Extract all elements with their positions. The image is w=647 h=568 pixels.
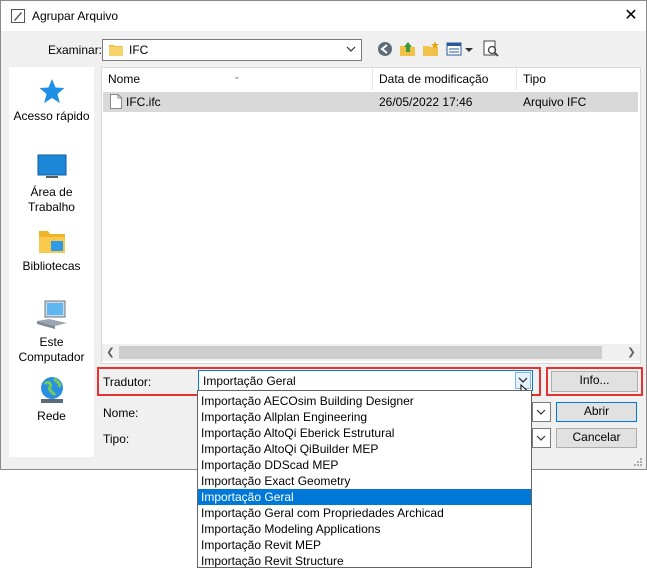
new-folder-icon[interactable] (422, 40, 440, 58)
up-folder-icon[interactable] (399, 40, 417, 58)
place-label: Este (39, 335, 64, 349)
column-header-name[interactable]: ⌄ Nome (102, 68, 373, 90)
back-icon[interactable] (376, 40, 394, 58)
filetype-combobox[interactable] (532, 428, 551, 448)
window-title: Agrupar Arquivo (32, 9, 119, 23)
dropdown-option[interactable]: Importação AltoQi Eberick Estrutural (198, 425, 531, 441)
filename-label: Nome: (103, 406, 139, 420)
place-label: Acesso rápido (13, 109, 90, 123)
tradutor-label: Tradutor: (103, 375, 152, 389)
view-menu-icon[interactable] (446, 40, 474, 58)
filetype-label: Tipo: (103, 432, 130, 446)
dropdown-option[interactable]: Importação Allplan Engineering (198, 409, 531, 425)
scrollbar-thumb[interactable] (119, 346, 602, 359)
file-list[interactable]: ⌄ Nome Data de modificação Tipo IFC.ifc … (101, 67, 641, 364)
horizontal-scrollbar[interactable]: ❮ ❯ (102, 344, 640, 361)
column-header-label: Nome (108, 72, 141, 86)
desktop-icon (37, 154, 66, 178)
preview-icon[interactable] (482, 40, 500, 58)
chevron-down-icon (536, 409, 546, 415)
file-name: IFC.ifc (126, 95, 161, 109)
place-label-line2: Computador (18, 350, 85, 364)
place-quick-access[interactable]: Acesso rápido (9, 77, 94, 124)
dropdown-option[interactable]: Importação Geral com Propriedades Archic… (198, 505, 531, 521)
dropdown-option[interactable]: Importação Modeling Applications (198, 521, 531, 537)
sort-indicator-icon: ⌄ (233, 71, 241, 81)
chevron-down-icon (536, 435, 546, 441)
info-button[interactable]: Info... (551, 371, 638, 392)
file-type: Arquivo IFC (523, 95, 587, 109)
scroll-left-icon[interactable]: ❮ (103, 345, 118, 360)
dropdown-option[interactable]: Importação Revit MEP (198, 537, 531, 553)
dropdown-option[interactable]: Importação AltoQi QiBuilder MEP (198, 441, 531, 457)
place-libraries[interactable]: Bibliotecas (9, 227, 94, 274)
tradutor-dropdown-list[interactable]: Importação AECOsim Building Designer Imp… (197, 390, 532, 568)
scroll-right-icon[interactable]: ❯ (624, 345, 639, 360)
column-header-label: Tipo (523, 72, 546, 86)
libraries-icon (38, 231, 65, 253)
file-date: 26/05/2022 17:46 (379, 95, 473, 109)
file-row[interactable]: IFC.ifc 26/05/2022 17:46 Arquivo IFC (103, 92, 638, 112)
column-header-type[interactable]: Tipo (517, 68, 640, 90)
archicad-app-icon (11, 9, 25, 23)
lookin-value: IFC (129, 43, 149, 57)
folder-icon (109, 45, 123, 56)
place-label: Área de (30, 185, 73, 199)
place-this-pc[interactable]: Este Computador (9, 299, 94, 365)
tradutor-value: Importação Geral (203, 374, 296, 388)
place-label-line2: Trabalho (28, 200, 75, 214)
resize-grip-icon[interactable] (631, 457, 643, 467)
cancel-button[interactable]: Cancelar (556, 428, 637, 448)
open-button[interactable]: Abrir (556, 402, 637, 422)
place-label: Rede (37, 409, 66, 423)
filename-combobox[interactable] (532, 402, 551, 422)
tradutor-combobox[interactable]: Importação Geral (198, 370, 533, 391)
quick-access-star-icon (39, 79, 64, 103)
column-header-date[interactable]: Data de modificação (373, 68, 517, 90)
lookin-label: Examinar: (48, 43, 103, 57)
file-icon (110, 94, 122, 109)
computer-icon (36, 300, 67, 329)
place-label: Bibliotecas (22, 259, 81, 273)
lookin-combobox[interactable]: IFC (102, 39, 362, 61)
dropdown-option[interactable]: Importação AECOsim Building Designer (198, 393, 531, 409)
places-bar: Acesso rápido Área de Trabalho Bibliotec… (9, 67, 94, 457)
dropdown-option[interactable]: Importação DDScad MEP (198, 457, 531, 473)
place-network[interactable]: Rede (9, 375, 94, 424)
close-button[interactable]: ✕ (616, 1, 646, 31)
column-header-label: Data de modificação (379, 72, 489, 86)
dropdown-option[interactable]: Importação Revit Structure (198, 553, 531, 567)
chevron-down-icon (346, 46, 356, 52)
dropdown-option[interactable]: Importação Exact Geometry (198, 473, 531, 489)
network-globe-icon (40, 377, 63, 403)
dropdown-option-selected[interactable]: Importação Geral (198, 489, 531, 505)
close-icon: ✕ (624, 7, 638, 24)
place-desktop[interactable]: Área de Trabalho (9, 153, 94, 215)
title-bar: Agrupar Arquivo ✕ (1, 1, 646, 31)
